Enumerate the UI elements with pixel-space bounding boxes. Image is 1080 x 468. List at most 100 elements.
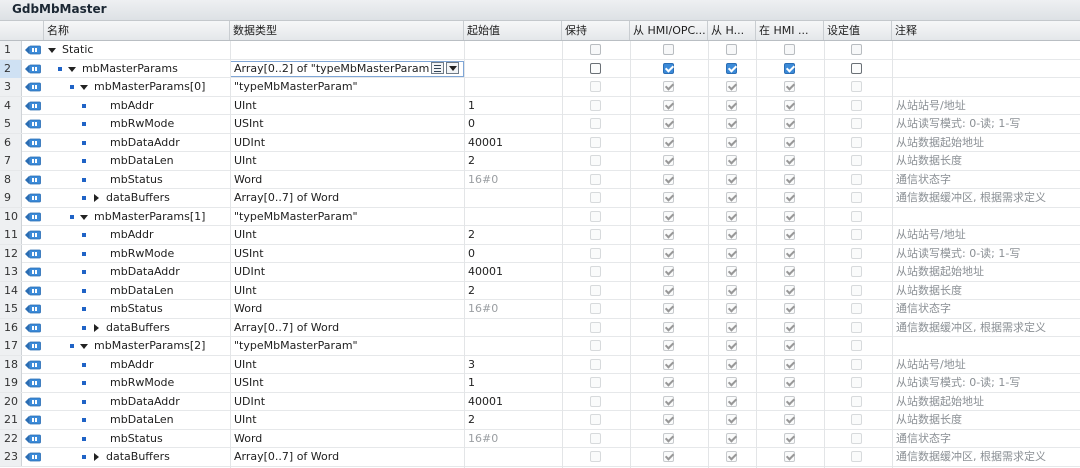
- table-row[interactable]: 3 mbMasterParams[0] "typeMbMasterParam": [0, 78, 1080, 97]
- hmi-opc-accessible-checkbox[interactable]: [663, 247, 674, 259]
- start-value[interactable]: 2: [468, 282, 560, 300]
- hmi-h-writable-checkbox[interactable]: [726, 247, 737, 259]
- start-value[interactable]: 40001: [468, 134, 560, 152]
- table-row[interactable]: 8 mbStatus Word 16#0 通信状态字: [0, 170, 1080, 189]
- hmi-opc-accessible-checkbox[interactable]: [663, 358, 674, 370]
- hmi-h-writable-checkbox[interactable]: [726, 340, 737, 351]
- comment-text[interactable]: [896, 78, 1080, 96]
- hmi-h-writable-checkbox[interactable]: [726, 99, 737, 111]
- start-value[interactable]: [468, 337, 560, 355]
- start-value[interactable]: 40001: [468, 393, 560, 411]
- triangle-down-icon[interactable]: [80, 214, 88, 220]
- comment-text[interactable]: 从站数据起始地址: [896, 393, 1080, 411]
- start-value[interactable]: [468, 319, 560, 337]
- start-value[interactable]: 2: [468, 226, 560, 244]
- hmi-opc-accessible-checkbox[interactable]: [663, 210, 674, 222]
- visible-in-hmi-checkbox[interactable]: [784, 210, 795, 222]
- start-value[interactable]: 0: [468, 115, 560, 133]
- triangle-right-icon[interactable]: [94, 194, 99, 202]
- setpoint-checkbox[interactable]: [851, 321, 862, 333]
- retain-checkbox[interactable]: [590, 210, 601, 222]
- hmi-opc-accessible-checkbox[interactable]: [663, 451, 674, 462]
- start-value[interactable]: [468, 78, 560, 96]
- setpoint-checkbox[interactable]: [851, 229, 862, 240]
- visible-in-hmi-checkbox[interactable]: [784, 136, 795, 148]
- retain-checkbox[interactable]: [590, 266, 601, 277]
- setpoint-checkbox[interactable]: [851, 266, 862, 277]
- start-value[interactable]: 16#0: [468, 300, 560, 318]
- hmi-h-writable-checkbox[interactable]: [726, 62, 737, 74]
- retain-checkbox[interactable]: [590, 229, 601, 240]
- table-row[interactable]: 6 mbDataAddr UDInt 40001 从站数据起始地址: [0, 133, 1080, 152]
- retain-checkbox[interactable]: [590, 81, 601, 92]
- triangle-down-icon[interactable]: [48, 48, 56, 53]
- visible-in-hmi-checkbox[interactable]: [784, 229, 795, 240]
- retain-checkbox[interactable]: [590, 321, 601, 333]
- hmi-opc-accessible-checkbox[interactable]: [663, 321, 674, 333]
- visible-in-hmi-checkbox[interactable]: [784, 118, 795, 129]
- triangle-right-icon[interactable]: [94, 453, 99, 461]
- visible-in-hmi-checkbox[interactable]: [784, 247, 795, 259]
- comment-text[interactable]: [896, 41, 1080, 59]
- hmi-opc-accessible-checkbox[interactable]: [663, 81, 674, 92]
- hmi-h-writable-checkbox[interactable]: [726, 136, 737, 148]
- hmi-h-writable-checkbox[interactable]: [726, 303, 737, 314]
- column-header-hmi-opc[interactable]: 从 HMI/OPC...: [630, 21, 708, 40]
- table-row[interactable]: 21 mbDataLen UInt 2 从站数据长度: [0, 411, 1080, 430]
- comment-text[interactable]: 从站站号/地址: [896, 97, 1080, 115]
- column-header-name[interactable]: 名称: [44, 21, 230, 40]
- retain-checkbox[interactable]: [590, 284, 601, 296]
- table-row[interactable]: 2 mbMasterParams Array[0..2] of "typeMbMas…: [0, 59, 1080, 78]
- hmi-h-writable-checkbox[interactable]: [726, 377, 737, 388]
- table-row[interactable]: 12 mbRwMode USInt 0 从站读写模式: 0-读; 1-写: [0, 244, 1080, 263]
- visible-in-hmi-checkbox[interactable]: [784, 377, 795, 388]
- setpoint-checkbox[interactable]: [851, 210, 862, 222]
- hmi-h-writable-checkbox[interactable]: [726, 395, 737, 407]
- visible-in-hmi-checkbox[interactable]: [784, 340, 795, 351]
- table-row[interactable]: 4 mbAddr UInt 1 从站站号/地址: [0, 96, 1080, 115]
- retain-checkbox[interactable]: [590, 136, 601, 148]
- column-header-retain[interactable]: 保持: [562, 21, 630, 40]
- comment-text[interactable]: 从站数据长度: [896, 282, 1080, 300]
- comment-text[interactable]: 从站读写模式: 0-读; 1-写: [896, 115, 1080, 133]
- table-row[interactable]: 20 mbDataAddr UDInt 40001 从站数据起始地址: [0, 392, 1080, 411]
- column-header-start-value[interactable]: 起始值: [464, 21, 562, 40]
- visible-in-hmi-checkbox[interactable]: [784, 266, 795, 277]
- comment-text[interactable]: [896, 337, 1080, 355]
- retain-checkbox[interactable]: [590, 173, 601, 185]
- start-value[interactable]: 16#0: [468, 430, 560, 448]
- hmi-opc-accessible-checkbox[interactable]: [663, 118, 674, 129]
- table-row[interactable]: 11 mbAddr UInt 2 从站站号/地址: [0, 226, 1080, 245]
- table-row[interactable]: 1 Static: [0, 41, 1080, 60]
- table-row[interactable]: 16 dataBuffers Array[0..7] of Word 通信数据缓冲区,…: [0, 318, 1080, 337]
- hmi-h-writable-checkbox[interactable]: [726, 192, 737, 203]
- setpoint-checkbox[interactable]: [851, 395, 862, 407]
- hmi-h-writable-checkbox[interactable]: [726, 266, 737, 277]
- hmi-h-writable-checkbox[interactable]: [726, 173, 737, 185]
- visible-in-hmi-checkbox[interactable]: [784, 81, 795, 92]
- comment-text[interactable]: 从站数据起始地址: [896, 263, 1080, 281]
- comment-text[interactable]: 从站站号/地址: [896, 356, 1080, 374]
- setpoint-checkbox[interactable]: [851, 432, 862, 444]
- visible-in-hmi-checkbox[interactable]: [784, 303, 795, 314]
- visible-in-hmi-checkbox[interactable]: [784, 99, 795, 111]
- setpoint-checkbox[interactable]: [851, 340, 862, 351]
- setpoint-checkbox[interactable]: [851, 173, 862, 185]
- hmi-opc-accessible-checkbox[interactable]: [663, 229, 674, 240]
- start-value[interactable]: [468, 41, 560, 59]
- type-list-icon[interactable]: [431, 61, 444, 74]
- comment-text[interactable]: 通信状态字: [896, 300, 1080, 318]
- start-value[interactable]: 16#0: [468, 171, 560, 189]
- hmi-opc-accessible-checkbox[interactable]: [663, 155, 674, 166]
- setpoint-checkbox[interactable]: [851, 118, 862, 129]
- visible-in-hmi-checkbox[interactable]: [784, 321, 795, 333]
- visible-in-hmi-checkbox[interactable]: [784, 432, 795, 444]
- hmi-opc-accessible-checkbox[interactable]: [663, 192, 674, 203]
- comment-text[interactable]: 通信数据缓冲区, 根据需求定义: [896, 319, 1080, 337]
- visible-in-hmi-checkbox[interactable]: [784, 284, 795, 296]
- retain-checkbox[interactable]: [590, 247, 601, 259]
- hmi-opc-accessible-checkbox[interactable]: [663, 266, 674, 277]
- retain-checkbox[interactable]: [590, 44, 601, 55]
- start-value[interactable]: [468, 208, 560, 226]
- visible-in-hmi-checkbox[interactable]: [784, 44, 795, 55]
